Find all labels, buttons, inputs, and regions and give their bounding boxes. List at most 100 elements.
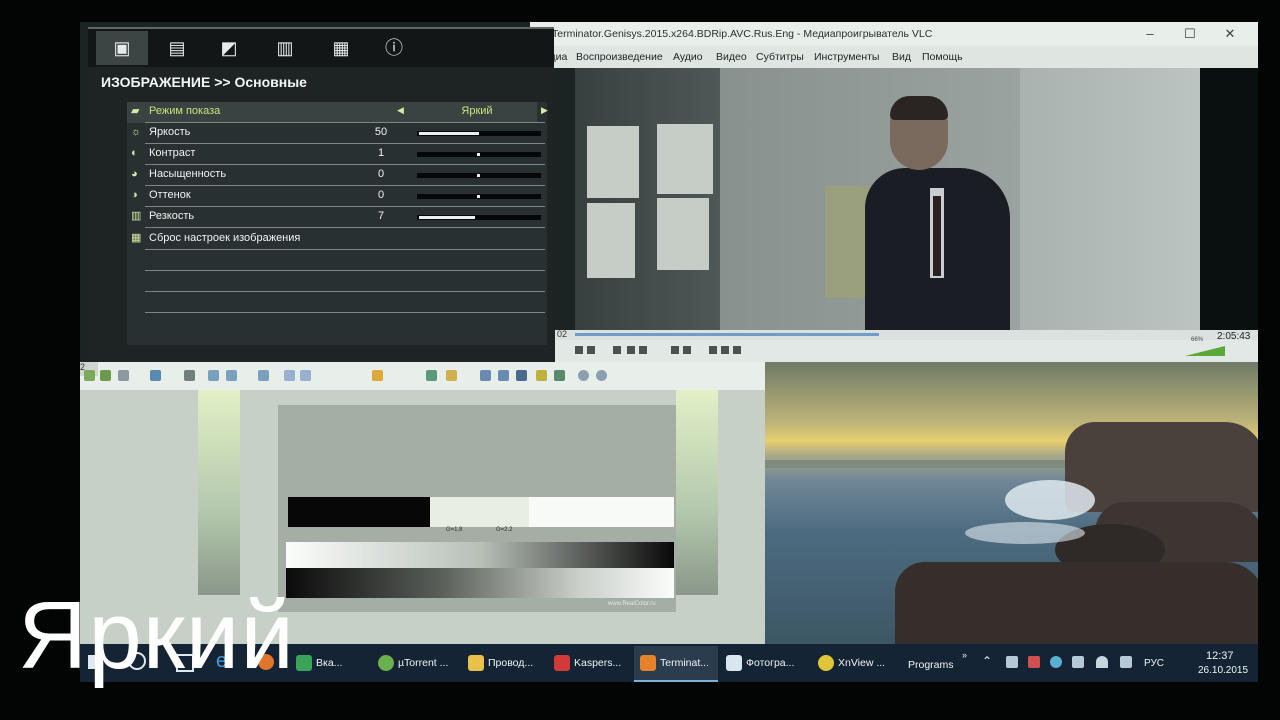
zoom-fit-icon[interactable] — [258, 370, 269, 381]
task-explorer[interactable]: Провод... — [462, 646, 546, 680]
menu-playback[interactable]: Воспроизведение — [576, 51, 663, 63]
wifi-icon[interactable] — [1096, 656, 1108, 668]
osd-row-label: Яркость — [149, 126, 191, 138]
osd-slider[interactable] — [417, 152, 541, 157]
osd-row-value: 50 — [374, 126, 388, 138]
pause-icon[interactable] — [575, 346, 583, 354]
playlist-icon[interactable] — [639, 346, 647, 354]
menu-subtitles[interactable]: Субтитры — [756, 51, 804, 63]
next-icon[interactable] — [613, 346, 621, 354]
play-icon[interactable]: ▣ — [109, 35, 135, 61]
zoom-out-icon[interactable] — [226, 370, 237, 381]
adjust-icon[interactable] — [536, 370, 547, 381]
image-adjust-icon[interactable]: ◩ — [216, 35, 242, 61]
osd-settings-panel: ▰ Режим показа ◀ Яркий ▶ ☼ Яркость 50 ◐ Контраст 1… — [127, 102, 548, 345]
picture-icon[interactable]: ▤ — [164, 35, 190, 61]
menu-tools[interactable]: Инструменты — [814, 51, 879, 63]
osd-row[interactable]: ▰ Режим показа ◀ Яркий ▶ — [127, 102, 548, 123]
filter-icon[interactable] — [516, 370, 527, 381]
osd-row[interactable]: ▥ Резкость 7 — [127, 207, 545, 228]
mode-caption: Яркий — [18, 582, 295, 689]
osd-row[interactable]: ◐ Контраст 1 — [127, 144, 545, 165]
document-icon[interactable]: ▥ — [272, 35, 298, 61]
tray-app-icon[interactable] — [1006, 656, 1018, 668]
rotate-icon[interactable] — [498, 370, 509, 381]
task-label: Terminat... — [660, 657, 710, 669]
seek-bar[interactable]: 02 — [555, 329, 1258, 340]
clock-date[interactable]: 26.10.2015 — [1198, 665, 1248, 676]
osd-slider[interactable] — [417, 173, 541, 178]
crop-icon[interactable] — [480, 370, 491, 381]
task-photos[interactable]: Фотогра... — [720, 646, 808, 680]
next-icon[interactable] — [300, 370, 311, 381]
about-icon[interactable] — [596, 370, 607, 381]
vlc-title-bar: Terminator.Genisys.2015.x264.BDRip.AVC.R… — [530, 22, 1258, 46]
arrow-right-icon[interactable]: ▶ — [541, 105, 548, 116]
clock-time[interactable]: 12:37 — [1206, 650, 1234, 662]
kaspersky-tray-icon[interactable] — [1028, 656, 1040, 668]
osd-slider[interactable] — [417, 194, 541, 199]
zoom-in-icon[interactable] — [208, 370, 219, 381]
task-kaspersky[interactable]: Kaspers... — [548, 646, 632, 680]
tray-expand-icon[interactable]: ⌃ — [982, 654, 992, 668]
total-time: 2:05:43 — [1217, 331, 1251, 342]
osd-slider[interactable] — [417, 215, 541, 220]
close-button[interactable]: ✕ — [1210, 24, 1250, 44]
maximize-button[interactable]: ☐ — [1170, 24, 1210, 44]
loop-icon[interactable] — [671, 346, 679, 354]
osd-empty-row-divider — [145, 270, 545, 271]
task-label: Провод... — [488, 657, 534, 669]
print-icon[interactable] — [118, 370, 129, 381]
battery-icon[interactable] — [1072, 656, 1084, 668]
export-icon[interactable] — [150, 370, 161, 381]
input-language[interactable]: РУС — [1144, 658, 1164, 669]
info-icon[interactable]: ⓘ — [381, 35, 407, 61]
task-xnview[interactable]: XnView ... — [812, 646, 898, 680]
frame-step-icon[interactable] — [733, 346, 741, 354]
gradient-steps-bar — [286, 568, 674, 598]
notifications-icon[interactable] — [1120, 656, 1132, 668]
osd-row[interactable]: ▦ Сброс настроек изображения — [127, 229, 545, 250]
gradient-bar — [286, 542, 674, 568]
programs-toolbar[interactable]: Programs — [908, 659, 954, 671]
menu-help[interactable]: Помощь — [922, 51, 963, 63]
monitor-osd-menu: ▣ ▤ ◩ ▥ ▦ ⓘ ИЗОБРАЖЕНИЕ >> Основные ▰ Реж… — [88, 27, 554, 362]
fullscreen-icon[interactable] — [426, 370, 437, 381]
mail-tray-icon[interactable] — [1050, 656, 1062, 668]
help-icon[interactable] — [578, 370, 589, 381]
minimize-button[interactable]: – — [1130, 24, 1170, 44]
video-right-edge — [1200, 68, 1258, 330]
menu-view[interactable]: Вид — [892, 51, 911, 63]
osd-slider[interactable] — [417, 131, 541, 136]
task-vlc[interactable]: Terminat... — [634, 646, 718, 682]
frame-back-icon[interactable] — [709, 346, 717, 354]
arrow-left-icon[interactable]: ◀ — [397, 105, 404, 116]
task-utorrent[interactable]: µTorrent ... — [372, 646, 460, 680]
menu-video[interactable]: Видео — [716, 51, 747, 63]
test-image-credit: www.RealColor.ru — [608, 601, 656, 607]
save-icon[interactable] — [100, 370, 111, 381]
documents-icon[interactable]: ▦ — [328, 35, 354, 61]
edit-icon[interactable] — [446, 370, 457, 381]
stop-icon[interactable] — [587, 346, 595, 354]
fullscreen-icon[interactable] — [627, 346, 635, 354]
utorrent-icon — [378, 655, 394, 671]
slideshow-icon[interactable] — [372, 370, 383, 381]
xnview-icon — [818, 655, 834, 671]
volume-label: 66% — [1191, 337, 1204, 343]
video-frame[interactable] — [575, 68, 1200, 330]
open-icon[interactable] — [84, 370, 95, 381]
batch-icon[interactable] — [554, 370, 565, 381]
settings-icon[interactable] — [184, 370, 195, 381]
osd-row[interactable]: ◕ Насыщенность 0 — [127, 165, 545, 186]
volume-slider[interactable] — [1185, 346, 1225, 356]
shuffle-icon[interactable] — [683, 346, 691, 354]
menu-audio[interactable]: Аудио — [673, 51, 703, 63]
snapshot-icon[interactable] — [721, 346, 729, 354]
osd-row[interactable]: ◑ Оттенок 0 — [127, 186, 545, 207]
osd-row[interactable]: ☼ Яркость 50 — [127, 123, 545, 144]
task-vkontakte[interactable]: Вка... — [290, 646, 370, 680]
toolbar-expand-icon[interactable]: » — [962, 650, 967, 660]
wall-poster — [587, 126, 639, 198]
prev-icon[interactable] — [284, 370, 295, 381]
